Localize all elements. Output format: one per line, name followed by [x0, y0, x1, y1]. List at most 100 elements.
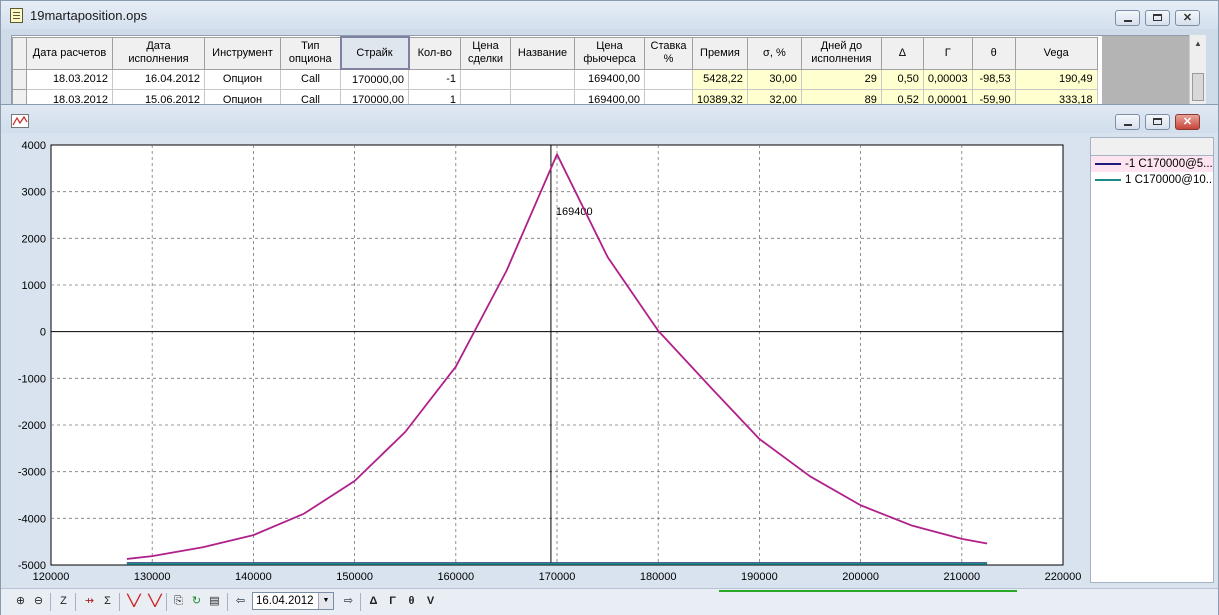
table-cell[interactable]: 89	[800, 89, 882, 104]
table-cell[interactable]: -1	[408, 68, 461, 90]
delta-button[interactable]: Δ	[365, 593, 382, 610]
x-tick-label: 150000	[336, 571, 373, 583]
table-cell[interactable]: 169400,00	[574, 68, 645, 90]
close-button[interactable]: ✕	[1175, 10, 1200, 26]
column-header[interactable]: Тип опциона	[280, 36, 341, 70]
table-cell[interactable]: 0,52	[880, 89, 924, 104]
table-cell[interactable]: 1	[408, 89, 461, 104]
column-header[interactable]: Цена фьючерса	[574, 36, 645, 70]
column-header[interactable]: Цена сделки	[460, 36, 511, 70]
chart-close-button[interactable]: ✕	[1175, 114, 1200, 130]
scroll-thumb[interactable]	[1192, 73, 1204, 101]
vega-button[interactable]: V	[422, 593, 439, 610]
column-header[interactable]: Страйк	[339, 36, 410, 70]
table-cell[interactable]: 333,18	[1014, 89, 1098, 104]
table-cell[interactable]: -59,90	[971, 89, 1016, 104]
positions-titlebar[interactable]: 19martaposition.ops ✕	[1, 1, 1218, 29]
table-cell[interactable]: 15.06.2012	[112, 89, 205, 104]
y-tick-label: -2000	[18, 420, 46, 432]
positions-grid[interactable]: Дата расчетов Дата исполнения Инструмент Ти…	[11, 35, 1191, 105]
crosshair-icon[interactable]: ⇸	[81, 593, 98, 610]
table-cell[interactable]: 190,49	[1014, 68, 1098, 90]
table-cell[interactable]: 16.04.2012	[112, 68, 205, 90]
table-cell[interactable]: 5428,22	[692, 68, 748, 90]
x-tick-label: 190000	[741, 571, 778, 583]
chart-area[interactable]: 120000 130000 140000 150000 160000 170000 1800…	[9, 135, 1219, 587]
date-select-value: 16.04.2012	[256, 595, 314, 607]
zoom-reset-button[interactable]: Z	[55, 593, 72, 610]
maximize-button[interactable]	[1145, 10, 1170, 26]
column-header[interactable]: Премия	[692, 36, 748, 70]
column-header[interactable]: Кол-во	[408, 36, 461, 70]
chart-titlebar[interactable]: ✕	[1, 105, 1218, 133]
table-cell[interactable]: Опцион	[204, 68, 281, 90]
chevron-down-icon[interactable]: ▼	[318, 593, 333, 609]
sum-button[interactable]: Σ	[99, 593, 116, 610]
column-header[interactable]: Δ	[880, 36, 924, 70]
table-cell[interactable]: 170000,00	[340, 89, 409, 104]
table-cell[interactable]: 170000,00	[340, 68, 409, 90]
table-cell[interactable]	[510, 68, 575, 90]
legend-item-series-2[interactable]: 1 C170000@10...	[1091, 172, 1213, 188]
table-icon[interactable]: ▤	[206, 593, 223, 610]
table-row[interactable]: 18.03.2012 16.04.2012 Опцион Call 170000,00-…	[12, 68, 1098, 90]
gamma-button[interactable]: Γ	[384, 593, 401, 610]
table-cell[interactable]	[644, 68, 693, 90]
theta-button[interactable]: θ	[403, 593, 420, 610]
table-cell[interactable]: 32,00	[746, 89, 802, 104]
y-tick-label: 4000	[22, 140, 46, 152]
chart-maximize-button[interactable]	[1145, 114, 1170, 130]
row-header[interactable]	[12, 68, 27, 90]
table-cell[interactable]: 29	[800, 68, 882, 90]
table-cell[interactable]: Call	[280, 89, 341, 104]
table-cell[interactable]: Опцион	[204, 89, 281, 104]
table-cell[interactable]	[460, 68, 511, 90]
column-header[interactable]: θ	[971, 36, 1016, 70]
y-tick-label: 1000	[22, 280, 46, 292]
x-tick-label: 220000	[1045, 571, 1082, 583]
date-select[interactable]: 16.04.2012 ▼	[252, 592, 334, 610]
row-header[interactable]	[12, 89, 27, 104]
table-cell[interactable]: 30,00	[746, 68, 802, 90]
table-cell[interactable]: 10389,32	[692, 89, 748, 104]
column-header[interactable]: Название	[510, 36, 575, 70]
zoom-out-icon[interactable]: ⊖	[30, 593, 47, 610]
table-cell[interactable]	[644, 89, 693, 104]
column-header[interactable]: Ставка %	[644, 36, 693, 70]
table-cell[interactable]: 0,50	[880, 68, 924, 90]
column-header[interactable]: Γ	[922, 36, 973, 70]
table-row[interactable]: 18.03.2012 15.06.2012 Опцион Call 170000,00 1…	[12, 89, 1098, 104]
table-cell[interactable]	[510, 89, 575, 104]
table-cell[interactable]: 18.03.2012	[26, 68, 113, 90]
document-icon	[10, 8, 23, 23]
payoff-chart[interactable]: 120000 130000 140000 150000 160000 170000 1800…	[9, 135, 1089, 587]
x-tick-label: 210000	[943, 571, 980, 583]
table-cell[interactable]: 0,00001	[922, 89, 973, 104]
payoff-shape-alt-icon[interactable]: ╲╱	[145, 593, 165, 610]
scroll-up-arrow-icon[interactable]: ▲	[1194, 39, 1202, 48]
table-cell[interactable]: 18.03.2012	[26, 89, 113, 104]
table-cell[interactable]: -98,53	[971, 68, 1016, 90]
column-header[interactable]: Инструмент	[204, 36, 281, 70]
chart-minimize-button[interactable]	[1115, 114, 1140, 130]
column-header[interactable]: Дата исполнения	[112, 36, 205, 70]
minimize-button[interactable]	[1115, 10, 1140, 26]
copy-icon[interactable]: ⎘	[170, 593, 187, 610]
column-header[interactable]: σ, %	[746, 36, 802, 70]
table-cell[interactable]: 0,00003	[922, 68, 973, 90]
table-cell[interactable]: 169400,00	[574, 89, 645, 104]
payoff-shape-icon[interactable]: ╲╱	[124, 593, 144, 610]
date-back-icon[interactable]: ⇦	[232, 593, 249, 610]
table-scrollbar[interactable]: ▲	[1189, 35, 1206, 105]
column-header[interactable]: Vega	[1014, 36, 1098, 70]
x-tick-label: 200000	[842, 571, 879, 583]
legend-item-series-1[interactable]: -1 C170000@5...	[1091, 156, 1213, 172]
toolbar-separator	[75, 593, 76, 611]
refresh-icon[interactable]: ↻	[188, 593, 205, 610]
column-header[interactable]: Дней до исполнения	[800, 36, 882, 70]
date-forward-icon[interactable]: ⇨	[340, 593, 357, 610]
column-header[interactable]: Дата расчетов	[26, 36, 113, 70]
table-cell[interactable]: Call	[280, 68, 341, 90]
table-cell[interactable]	[460, 89, 511, 104]
zoom-in-icon[interactable]: ⊕	[12, 593, 29, 610]
